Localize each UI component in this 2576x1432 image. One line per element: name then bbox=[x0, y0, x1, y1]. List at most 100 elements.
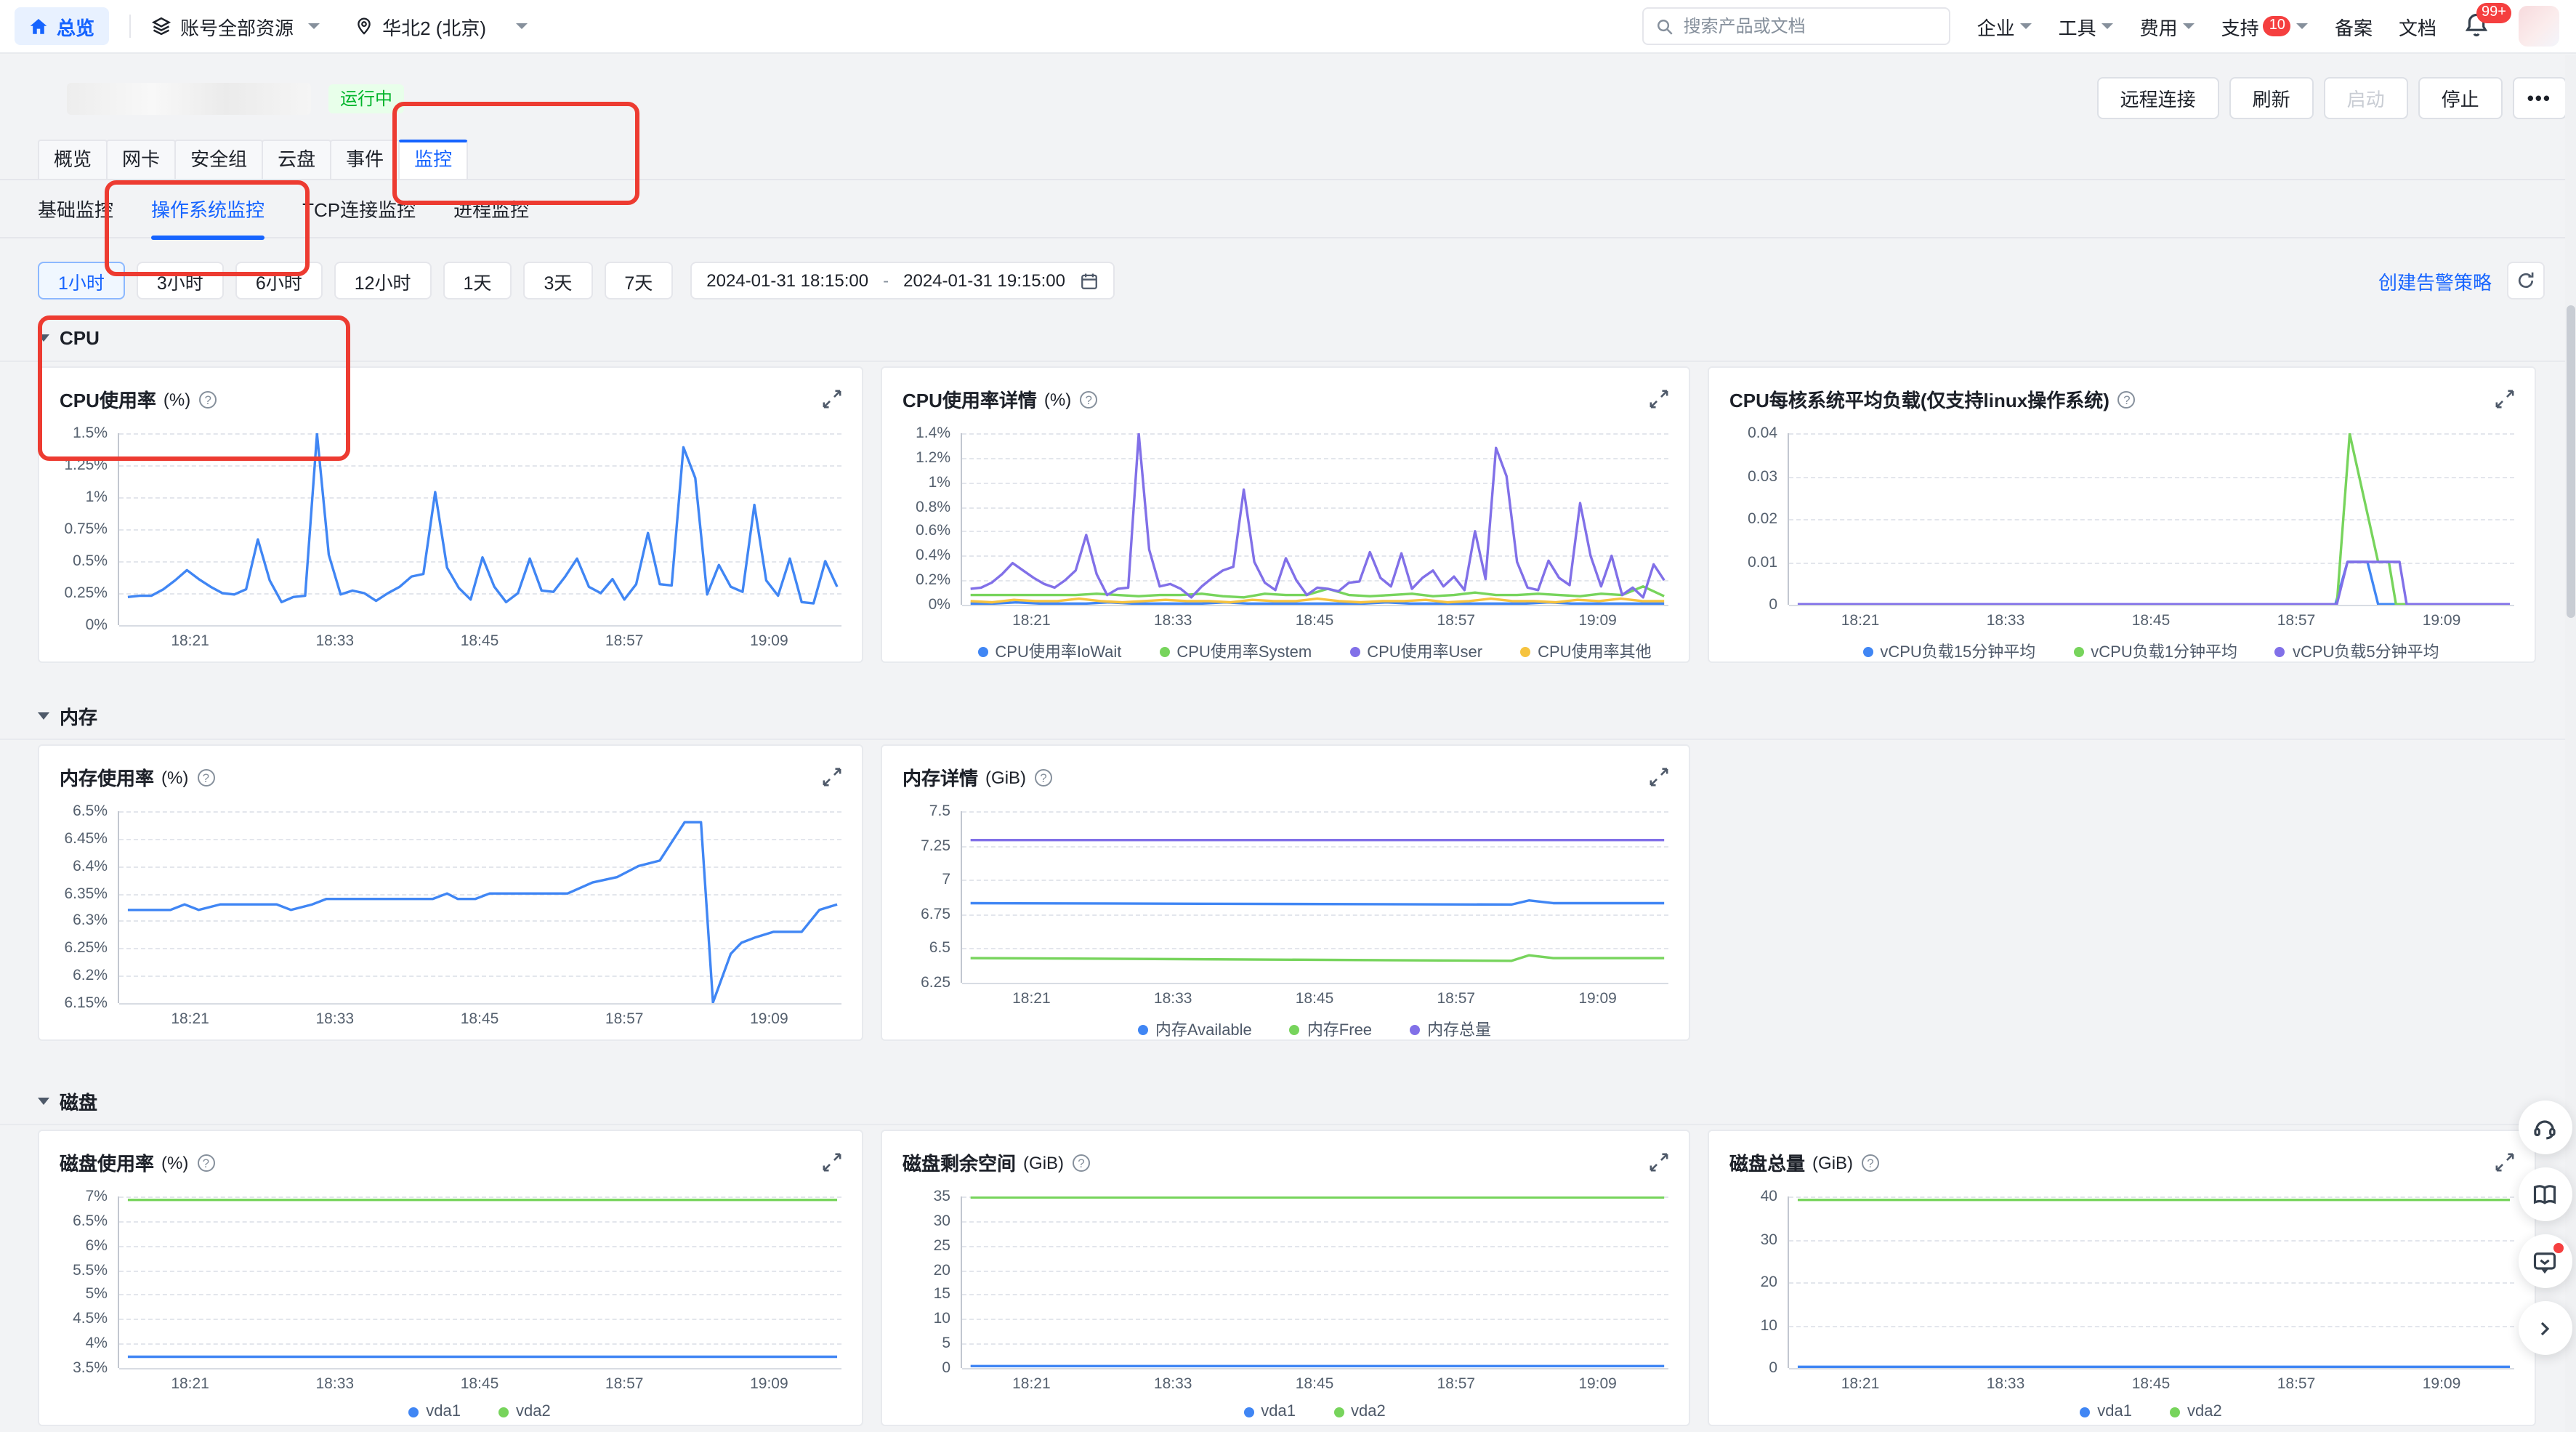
help-icon[interactable]: ? bbox=[1073, 1154, 1090, 1171]
x-axis-labels: 18:2118:3318:4518:5719:09 bbox=[1788, 611, 2514, 637]
topbar-menu-3[interactable]: 支持10 bbox=[2221, 12, 2309, 40]
help-icon[interactable]: ? bbox=[1080, 390, 1097, 408]
legend-item-内存Free[interactable]: 内存Free bbox=[1290, 1018, 1372, 1041]
tab-云盘[interactable]: 云盘 bbox=[262, 140, 331, 179]
chart-plot-area[interactable] bbox=[961, 811, 1668, 983]
resource-scope-selector[interactable]: 账号全部资源 bbox=[151, 12, 320, 40]
legend-item-vda2[interactable]: vda2 bbox=[498, 1403, 551, 1420]
legend-item-内存总量[interactable]: 内存总量 bbox=[1410, 1018, 1491, 1041]
chart-plot-area[interactable] bbox=[961, 1196, 1668, 1368]
range-button-3小时[interactable]: 3小时 bbox=[137, 262, 224, 299]
legend-dot bbox=[408, 1407, 419, 1417]
expand-icon[interactable] bbox=[823, 390, 841, 409]
help-icon[interactable]: ? bbox=[199, 390, 217, 408]
tab-网卡[interactable]: 网卡 bbox=[106, 140, 176, 179]
chart-unit: (%) bbox=[1044, 389, 1071, 409]
legend-item-vCPU负载1分钟平均[interactable]: vCPU负载1分钟平均 bbox=[2073, 640, 2237, 663]
chart-plot-area[interactable] bbox=[1788, 1196, 2514, 1368]
chart-plot-area[interactable] bbox=[1788, 433, 2514, 605]
section-header-内存[interactable]: 内存 bbox=[0, 704, 2576, 728]
refresh-charts-button[interactable] bbox=[2506, 262, 2544, 299]
expand-icon[interactable] bbox=[823, 1153, 841, 1172]
feedback-button[interactable] bbox=[2518, 1234, 2572, 1288]
legend-dot bbox=[2073, 646, 2083, 656]
action-button[interactable]: 启动 bbox=[2324, 77, 2408, 119]
more-actions-button[interactable]: ••• bbox=[2513, 77, 2566, 119]
legend-item-内存Available[interactable]: 内存Available bbox=[1138, 1018, 1252, 1041]
chart-title: CPU每核系统平均负载(仅支持linux操作系统) bbox=[1729, 385, 2109, 413]
avatar[interactable] bbox=[2518, 6, 2559, 47]
legend-item-vda2[interactable]: vda2 bbox=[1333, 1403, 1386, 1420]
range-button-1天[interactable]: 1天 bbox=[443, 262, 512, 299]
legend-item-CPU使用率其他[interactable]: CPU使用率其他 bbox=[1520, 640, 1651, 663]
help-icon[interactable]: ? bbox=[1035, 768, 1052, 786]
instance-tabs: 概览网卡安全组云盘事件监控 bbox=[0, 140, 2576, 180]
tab-概览[interactable]: 概览 bbox=[38, 140, 108, 179]
action-button[interactable]: 远程连接 bbox=[2097, 77, 2219, 119]
action-button[interactable]: 停止 bbox=[2418, 77, 2503, 119]
region-selector[interactable]: 华北2 (北京) bbox=[355, 12, 527, 40]
subtab-进程监控[interactable]: 进程监控 bbox=[453, 180, 529, 238]
range-button-7天[interactable]: 7天 bbox=[604, 262, 673, 299]
tab-事件[interactable]: 事件 bbox=[330, 140, 400, 179]
subtab-操作系统监控[interactable]: 操作系统监控 bbox=[151, 180, 265, 238]
support-button[interactable] bbox=[2518, 1101, 2572, 1154]
layers-icon bbox=[151, 16, 171, 36]
legend-dot bbox=[1333, 1407, 1344, 1417]
legend-item-vda1[interactable]: vda1 bbox=[408, 1403, 461, 1420]
global-search[interactable] bbox=[1643, 7, 1951, 45]
overview-nav[interactable]: 总览 bbox=[15, 7, 109, 45]
scrollbar-thumb[interactable] bbox=[2566, 305, 2575, 618]
tab-安全组[interactable]: 安全组 bbox=[174, 140, 263, 179]
legend-item-vda1[interactable]: vda1 bbox=[1243, 1403, 1296, 1420]
chart-plot-area[interactable] bbox=[118, 811, 841, 1003]
topbar-menu-5[interactable]: 文档 bbox=[2399, 12, 2436, 40]
legend-item-vda1[interactable]: vda1 bbox=[2080, 1403, 2132, 1420]
notifications-button[interactable]: 99+ bbox=[2463, 12, 2492, 41]
topbar-menu-2[interactable]: 费用 bbox=[2140, 12, 2195, 40]
legend-item-CPU使用率System[interactable]: CPU使用率System bbox=[1159, 640, 1312, 663]
legend-label: vCPU负载15分钟平均 bbox=[1880, 640, 2035, 663]
expand-icon[interactable] bbox=[823, 768, 841, 787]
expand-icon[interactable] bbox=[1650, 390, 1668, 409]
expand-icon[interactable] bbox=[2495, 1153, 2514, 1172]
section-header-磁盘[interactable]: 磁盘 bbox=[0, 1089, 2576, 1114]
legend-item-vda2[interactable]: vda2 bbox=[2170, 1403, 2222, 1420]
topbar-menu-0[interactable]: 企业 bbox=[1977, 12, 2032, 40]
create-alarm-link[interactable]: 创建告警策略 bbox=[2378, 267, 2492, 294]
help-icon[interactable]: ? bbox=[2118, 390, 2136, 408]
tab-监控[interactable]: 监控 bbox=[398, 140, 468, 179]
legend-item-CPU使用率User[interactable]: CPU使用率User bbox=[1349, 640, 1482, 663]
menu-label: 备案 bbox=[2335, 12, 2373, 40]
search-input[interactable] bbox=[1684, 16, 1938, 36]
legend-item-CPU使用率IoWait[interactable]: CPU使用率IoWait bbox=[977, 640, 1121, 663]
status-badge: 运行中 bbox=[328, 84, 404, 113]
expand-icon[interactable] bbox=[1650, 768, 1668, 787]
topbar-menu-1[interactable]: 工具 bbox=[2059, 12, 2114, 40]
range-button-12小时[interactable]: 12小时 bbox=[334, 262, 432, 299]
section-cards-row: 磁盘使用率(%)?7%6.5%6%5.5%5%4.5%4%3.5%18:2118… bbox=[0, 1130, 2576, 1426]
range-button-1小时[interactable]: 1小时 bbox=[38, 262, 125, 299]
range-button-3天[interactable]: 3天 bbox=[523, 262, 592, 299]
subtab-TCP连接监控[interactable]: TCP连接监控 bbox=[302, 180, 416, 238]
chart-card: 内存详情(GiB)?7.57.2576.756.56.2518:2118:331… bbox=[881, 744, 1690, 1041]
date-range-picker[interactable]: 2024-01-31 18:15:00 - 2024-01-31 19:15:0… bbox=[690, 262, 1115, 299]
chart-body: 7%6.5%6%5.5%5%4.5%4%3.5%18:2118:3318:451… bbox=[39, 1182, 862, 1420]
section-header-CPU[interactable]: CPU bbox=[0, 326, 2576, 350]
chart-plot-area[interactable] bbox=[118, 433, 841, 625]
help-icon[interactable]: ? bbox=[197, 1154, 214, 1171]
legend-item-vCPU负载15分钟平均[interactable]: vCPU负载15分钟平均 bbox=[1862, 640, 2035, 663]
range-button-6小时[interactable]: 6小时 bbox=[235, 262, 323, 299]
help-icon[interactable]: ? bbox=[197, 768, 214, 786]
expand-icon[interactable] bbox=[1650, 1153, 1668, 1172]
action-button[interactable]: 刷新 bbox=[2229, 77, 2314, 119]
help-icon[interactable]: ? bbox=[1862, 1154, 1879, 1171]
topbar-menu-4[interactable]: 备案 bbox=[2335, 12, 2373, 40]
chart-plot-area[interactable] bbox=[118, 1196, 841, 1368]
subtab-基础监控[interactable]: 基础监控 bbox=[38, 180, 113, 238]
collapse-panel-button[interactable] bbox=[2518, 1301, 2572, 1355]
chart-plot-area[interactable] bbox=[961, 433, 1668, 605]
expand-icon[interactable] bbox=[2495, 390, 2514, 409]
docs-button[interactable] bbox=[2518, 1167, 2572, 1221]
legend-item-vCPU负载5分钟平均[interactable]: vCPU负载5分钟平均 bbox=[2275, 640, 2439, 663]
